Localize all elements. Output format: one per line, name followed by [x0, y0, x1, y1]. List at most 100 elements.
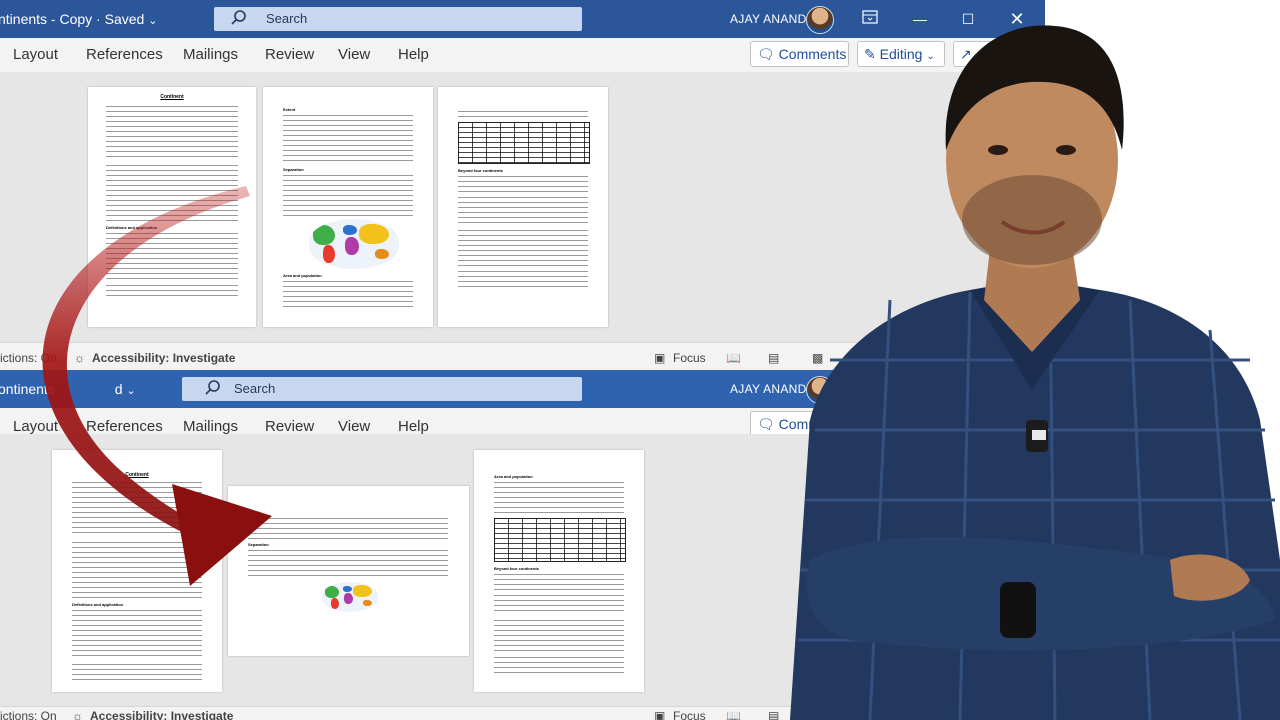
section-heading: Area and population — [494, 474, 533, 479]
search-box[interactable]: Search — [182, 377, 582, 401]
tab-layout[interactable]: Layout — [13, 46, 58, 63]
status-accessibility[interactable]: Accessibility: Investigate — [92, 351, 235, 365]
document-title-text: ontinents — [0, 381, 55, 397]
tab-review[interactable]: Review — [265, 418, 314, 435]
body-text — [458, 228, 588, 266]
status-predictions[interactable]: ictions: On — [0, 709, 57, 720]
status-focus[interactable]: Focus — [673, 709, 706, 720]
beard-shadow — [962, 175, 1102, 265]
body-text — [458, 269, 588, 291]
world-map-image[interactable] — [322, 582, 378, 612]
section-heading: Separation — [283, 167, 304, 172]
map-region — [325, 586, 339, 598]
section-heading: Area and population — [283, 273, 322, 278]
map-region — [345, 237, 359, 255]
mic-label — [1032, 430, 1046, 440]
map-region — [343, 225, 357, 235]
body-text — [106, 283, 238, 298]
focus-icon[interactable]: ▣ — [654, 709, 665, 720]
body-text — [458, 109, 588, 120]
search-label: Search — [234, 381, 276, 396]
body-text — [72, 608, 202, 658]
body-text — [72, 480, 202, 536]
tab-mailings[interactable]: Mailings — [183, 46, 238, 63]
tab-help[interactable]: Help — [398, 418, 429, 435]
document-page-3[interactable]: Area and population Beyond four continen… — [474, 450, 644, 692]
chevron-down-icon[interactable]: ⌄ — [148, 14, 157, 27]
focus-icon[interactable]: ▣ — [654, 351, 665, 365]
body-text — [72, 540, 202, 600]
section-heading: Beyond four continents — [494, 566, 539, 571]
read-mode-icon[interactable]: 📖 — [726, 709, 741, 720]
document-page-2[interactable]: Extent Separation — [228, 486, 469, 656]
body-text — [283, 173, 413, 217]
body-text — [106, 104, 238, 158]
body-text — [458, 195, 588, 225]
search-box[interactable]: Search — [214, 7, 582, 31]
document-page-1[interactable]: Continent Definitions and application — [52, 450, 222, 692]
map-region — [313, 225, 335, 245]
search-icon — [231, 10, 246, 25]
document-title-tail: d — [114, 381, 123, 397]
map-region — [353, 585, 372, 597]
body-text — [494, 655, 624, 677]
left-eye — [988, 145, 1008, 155]
map-region — [363, 600, 372, 606]
document-title-text: ntinents - Copy · Saved — [0, 11, 145, 27]
body-text — [248, 548, 448, 578]
section-heading: Beyond four continents — [458, 168, 503, 173]
status-predictions[interactable]: ictions: On — [0, 351, 57, 365]
right-eye — [1056, 145, 1076, 155]
map-region — [323, 245, 335, 263]
map-region — [375, 249, 389, 259]
tab-view[interactable]: View — [338, 46, 370, 63]
document-page-1[interactable]: Continent Definitions and application — [88, 87, 256, 327]
map-region — [331, 598, 339, 609]
body-text — [106, 231, 238, 279]
map-region — [343, 586, 352, 592]
body-text — [494, 572, 624, 590]
body-text — [458, 174, 588, 192]
section-heading: Extent — [248, 510, 261, 515]
body-text — [494, 618, 624, 652]
status-focus[interactable]: Focus — [673, 351, 706, 365]
tab-layout[interactable]: Layout — [13, 418, 58, 435]
tab-references[interactable]: References — [86, 418, 163, 435]
section-heading: Extent — [283, 107, 296, 112]
tab-help[interactable]: Help — [398, 46, 429, 63]
body-text — [106, 163, 238, 221]
body-text — [283, 279, 413, 309]
map-region — [359, 224, 389, 244]
page-title: Continent — [125, 472, 149, 478]
body-text — [283, 113, 413, 165]
world-map-image[interactable] — [309, 219, 399, 269]
body-text — [72, 662, 202, 680]
section-heading: Definitions and application — [106, 225, 158, 230]
document-page-3[interactable]: Beyond four continents — [438, 87, 608, 327]
tab-review[interactable]: Review — [265, 46, 314, 63]
section-heading: Separation — [248, 542, 269, 547]
tab-view[interactable]: View — [338, 418, 370, 435]
map-region — [344, 593, 353, 604]
body-text — [494, 593, 624, 615]
document-page-2[interactable]: Extent Separation Area and population — [263, 87, 433, 327]
chevron-down-icon[interactable]: ⌄ — [127, 384, 136, 397]
data-table[interactable] — [458, 122, 590, 164]
status-accessibility[interactable]: Accessibility: Investigate — [90, 709, 233, 720]
search-icon — [205, 380, 220, 395]
body-text — [494, 480, 624, 514]
presenter-photo — [790, 25, 1280, 720]
section-heading: Definitions and application — [72, 602, 124, 607]
accessibility-icon: ☼ — [72, 709, 83, 720]
read-mode-icon[interactable]: 📖 — [726, 351, 741, 365]
data-table[interactable] — [494, 518, 626, 562]
tab-mailings[interactable]: Mailings — [183, 418, 238, 435]
wristwatch — [1000, 582, 1036, 638]
search-label: Search — [266, 11, 308, 26]
body-text — [248, 516, 448, 540]
page-title: Continent — [160, 94, 184, 100]
accessibility-icon: ☼ — [74, 351, 85, 365]
tab-references[interactable]: References — [86, 46, 163, 63]
document-title[interactable]: ntinents - Copy · Saved ⌄ — [0, 11, 158, 27]
document-title[interactable]: ontinents d ⌄ — [0, 381, 136, 397]
